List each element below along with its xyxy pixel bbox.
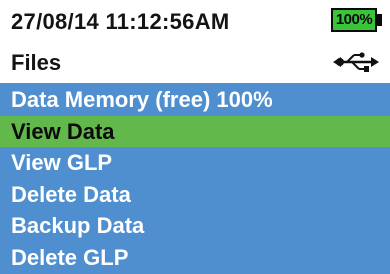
menu-item-delete-glp[interactable]: Delete GLP [0, 242, 390, 273]
menu-item-view-data[interactable]: View Data [0, 116, 390, 147]
title-row: Files [0, 42, 390, 82]
menu-item-backup-data[interactable]: Backup Data [0, 210, 390, 241]
page-title: Files [11, 50, 62, 75]
menu-item-data-memory: Data Memory (free) 100% [0, 84, 390, 115]
usb-icon [333, 52, 379, 72]
battery-tip [377, 14, 382, 26]
status-bar: 27/08/14 11:12:56AM 100% [0, 0, 390, 42]
files-menu: Data Memory (free) 100% View Data View G… [0, 83, 390, 274]
battery-percent: 100% [335, 11, 373, 28]
menu-item-view-glp[interactable]: View GLP [0, 147, 390, 178]
battery-icon: 100% [331, 8, 377, 32]
device-screen: 27/08/14 11:12:56AM 100% Files Data Memo… [0, 0, 390, 274]
datetime: 27/08/14 11:12:56AM [11, 9, 230, 34]
menu-item-delete-data[interactable]: Delete Data [0, 179, 390, 210]
